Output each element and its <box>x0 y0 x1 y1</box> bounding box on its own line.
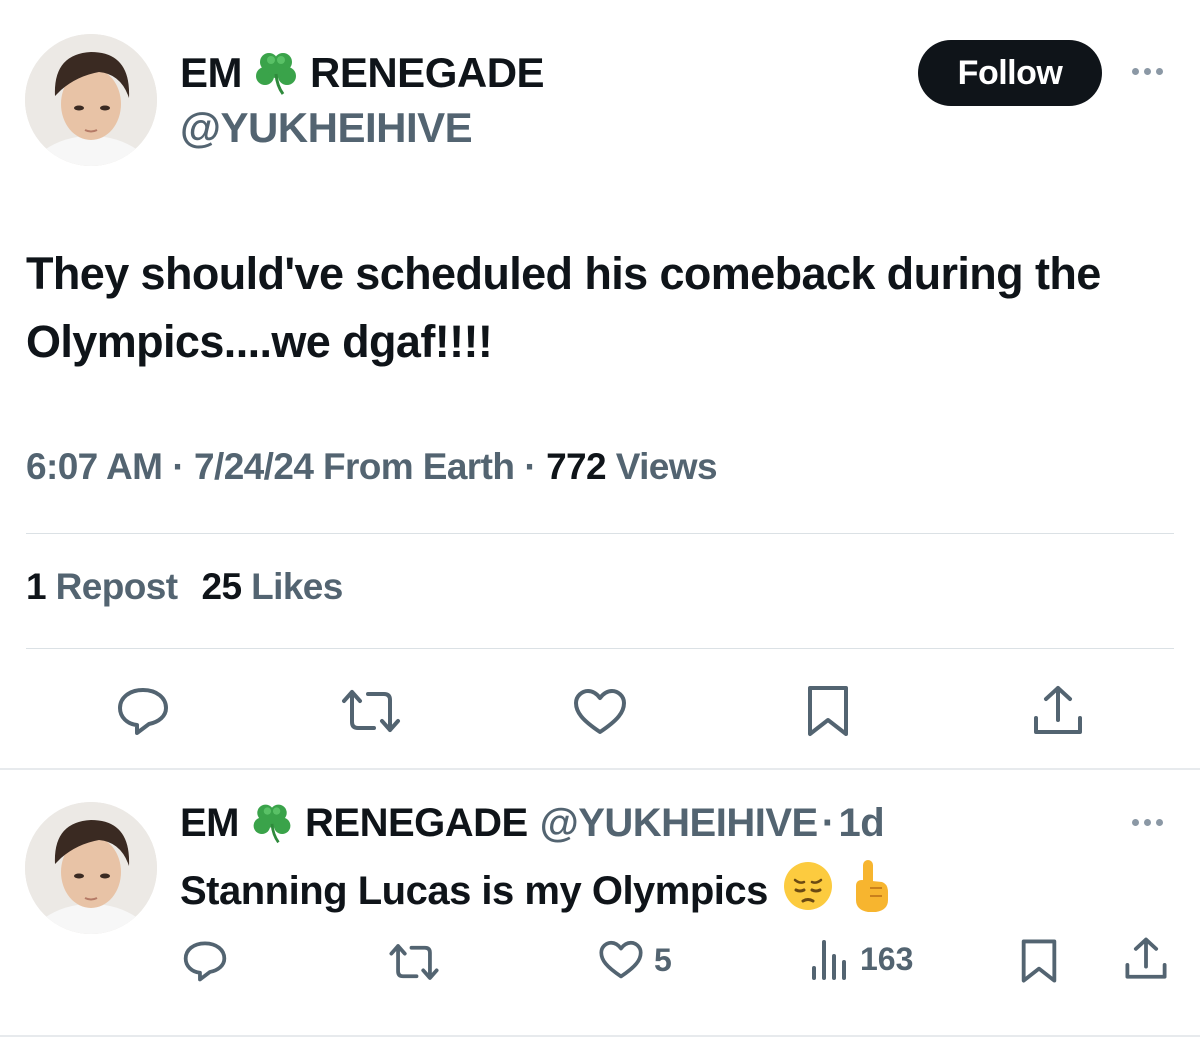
tweet-time[interactable]: 6:07 AM <box>26 446 163 488</box>
reply-text-row: Stanning Lucas is my Olympics <box>180 858 892 924</box>
bookmark-icon <box>808 686 848 736</box>
clover-icon <box>248 48 304 98</box>
likes-label: Likes <box>251 566 343 607</box>
reply-likes-count: 5 <box>654 941 672 978</box>
display-name-part1: EM <box>180 49 243 96</box>
pensive-face-emoji <box>782 860 834 922</box>
bookmark-button[interactable] <box>806 684 850 738</box>
reply-views-count: 163 <box>860 940 914 977</box>
pointing-up-emoji <box>848 858 892 924</box>
more-options-icon[interactable] <box>1132 68 1163 75</box>
reply-repost-button[interactable] <box>388 942 440 982</box>
reply-button[interactable] <box>116 686 170 736</box>
reply-display-name-part1: EM <box>180 800 240 845</box>
reply-icon <box>118 688 168 735</box>
reply-author-row[interactable]: EM RENEGADE @YUKHEIHIVE · 1d <box>180 800 885 846</box>
reply-display-name-part2: RENEGADE <box>305 800 528 845</box>
repost-icon <box>389 944 439 980</box>
reply-views-button[interactable]: 163 <box>810 938 913 980</box>
reposts-count: 1 <box>26 566 47 607</box>
divider <box>26 648 1174 649</box>
likes-count: 25 <box>201 566 242 607</box>
reply-text: Stanning Lucas is my Olympics <box>180 868 768 913</box>
like-icon <box>599 940 643 979</box>
reposts-stat[interactable]: 1 Repost <box>26 566 178 608</box>
reposts-label: Repost <box>55 566 178 607</box>
views-count: 772 <box>546 446 607 487</box>
like-button[interactable] <box>572 688 628 736</box>
display-name-part2: RENEGADE <box>310 49 545 96</box>
engagement-stats: 1 Repost 25 Likes <box>26 566 343 608</box>
follow-button[interactable]: Follow <box>918 40 1102 106</box>
section-divider <box>0 768 1200 770</box>
share-icon <box>1125 937 1167 979</box>
tweet-text: They should've scheduled his comeback du… <box>26 248 1101 367</box>
reply-more-options-icon[interactable] <box>1132 819 1163 826</box>
bottom-divider <box>0 1035 1200 1037</box>
tweet-meta: 6:07 AM · 7/24/24 From Earth · 772 Views <box>26 446 718 488</box>
meta-separator: · <box>172 446 185 487</box>
reply-share-button[interactable] <box>1124 936 1168 982</box>
clover-icon <box>245 800 299 846</box>
reply-handle: @YUKHEIHIVE <box>539 800 819 845</box>
views-chart-icon <box>812 940 846 980</box>
likes-stat[interactable]: 25 Likes <box>201 566 343 608</box>
reply-author-avatar[interactable] <box>25 802 157 934</box>
bookmark-icon <box>1021 939 1057 983</box>
author-handle[interactable]: @YUKHEIHIVE <box>180 104 473 152</box>
reply-bookmark-button[interactable] <box>1020 938 1058 984</box>
divider <box>26 533 1174 534</box>
reply-icon <box>183 941 227 982</box>
share-button[interactable] <box>1032 684 1084 738</box>
reply-like-button[interactable]: 5 <box>598 940 672 980</box>
reply-separator: · <box>821 800 835 845</box>
repost-button[interactable] <box>340 688 402 734</box>
author-name-row[interactable]: EM RENEGADE <box>180 48 545 98</box>
share-icon <box>1034 686 1082 734</box>
author-avatar[interactable] <box>25 34 157 166</box>
like-icon <box>574 689 626 734</box>
meta-separator: · <box>524 446 537 487</box>
views-label: Views <box>615 446 718 487</box>
reply-age[interactable]: 1d <box>839 801 885 846</box>
reply-reply-button[interactable] <box>182 940 228 982</box>
repost-icon <box>342 690 400 732</box>
handle-text: @YUKHEIHIVE <box>180 104 473 151</box>
tweet-date-source[interactable]: 7/24/24 From Earth <box>194 446 515 488</box>
